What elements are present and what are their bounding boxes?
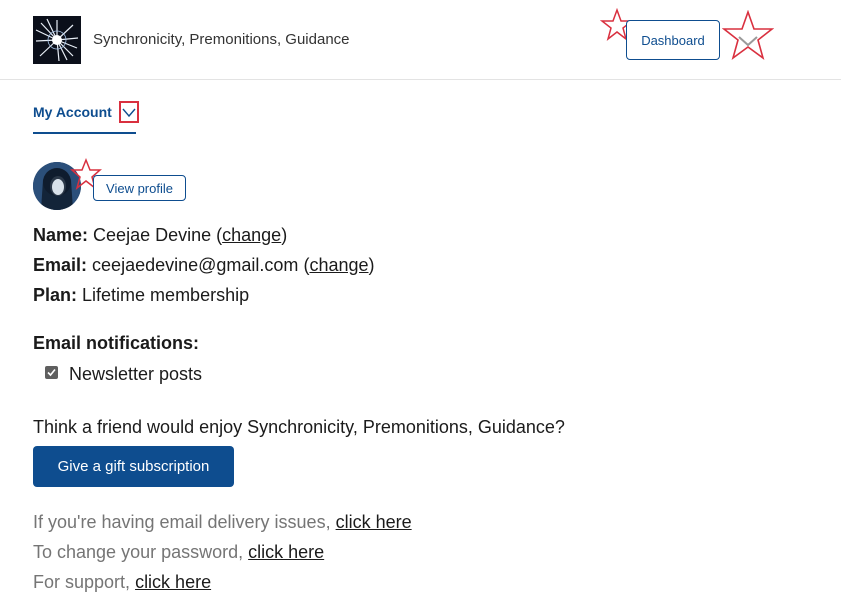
gift-subscription-button[interactable]: Give a gift subscription — [33, 446, 234, 487]
star-annotation-icon — [722, 10, 774, 61]
site-header: Synchronicity, Premonitions, Guidance Da… — [0, 0, 841, 80]
newsletter-label[interactable]: Newsletter posts — [69, 364, 202, 385]
name-label: Name: — [33, 225, 89, 245]
gift-prompt: Think a friend would enjoy Synchronicity… — [33, 417, 565, 437]
support-help-row: For support, click here — [33, 572, 212, 592]
tab-label[interactable]: My Account — [33, 104, 112, 120]
password-help-row: To change your password, click here — [33, 542, 325, 562]
account-menu-toggle[interactable] — [119, 101, 139, 123]
checkbox-check-icon — [47, 368, 56, 377]
plan-row: Plan: Lifetime membership — [33, 285, 249, 306]
logo-icon[interactable] — [33, 16, 81, 64]
site-title[interactable]: Synchronicity, Premonitions, Guidance — [93, 31, 350, 48]
email-label: Email: — [33, 255, 88, 275]
change-name-link[interactable]: change — [222, 225, 281, 245]
chevron-down-icon — [122, 108, 136, 118]
delivery-help-link[interactable]: click here — [336, 512, 412, 532]
email-row: Email: ceejaedevine@gmail.com (change) — [33, 255, 375, 275]
plan-value: Lifetime membership — [82, 285, 250, 305]
active-tab-indicator — [33, 132, 136, 134]
email-value: ceejaedevine@gmail.com — [92, 255, 299, 275]
change-email-link[interactable]: change — [309, 255, 368, 275]
name-row: Name: Ceejae Devine (change) — [33, 225, 288, 245]
plan-label: Plan: — [33, 285, 78, 305]
support-link[interactable]: click here — [135, 572, 211, 592]
delivery-help-row: If you're having email delivery issues, … — [33, 512, 412, 532]
change-password-link[interactable]: click here — [248, 542, 324, 562]
dashboard-button[interactable]: Dashboard — [626, 20, 720, 60]
view-profile-button[interactable]: View profile — [93, 175, 186, 201]
email-notifications-title: Email notifications: — [33, 333, 200, 353]
newsletter-checkbox[interactable] — [45, 366, 58, 379]
name-value: Ceejae Devine — [93, 225, 212, 245]
